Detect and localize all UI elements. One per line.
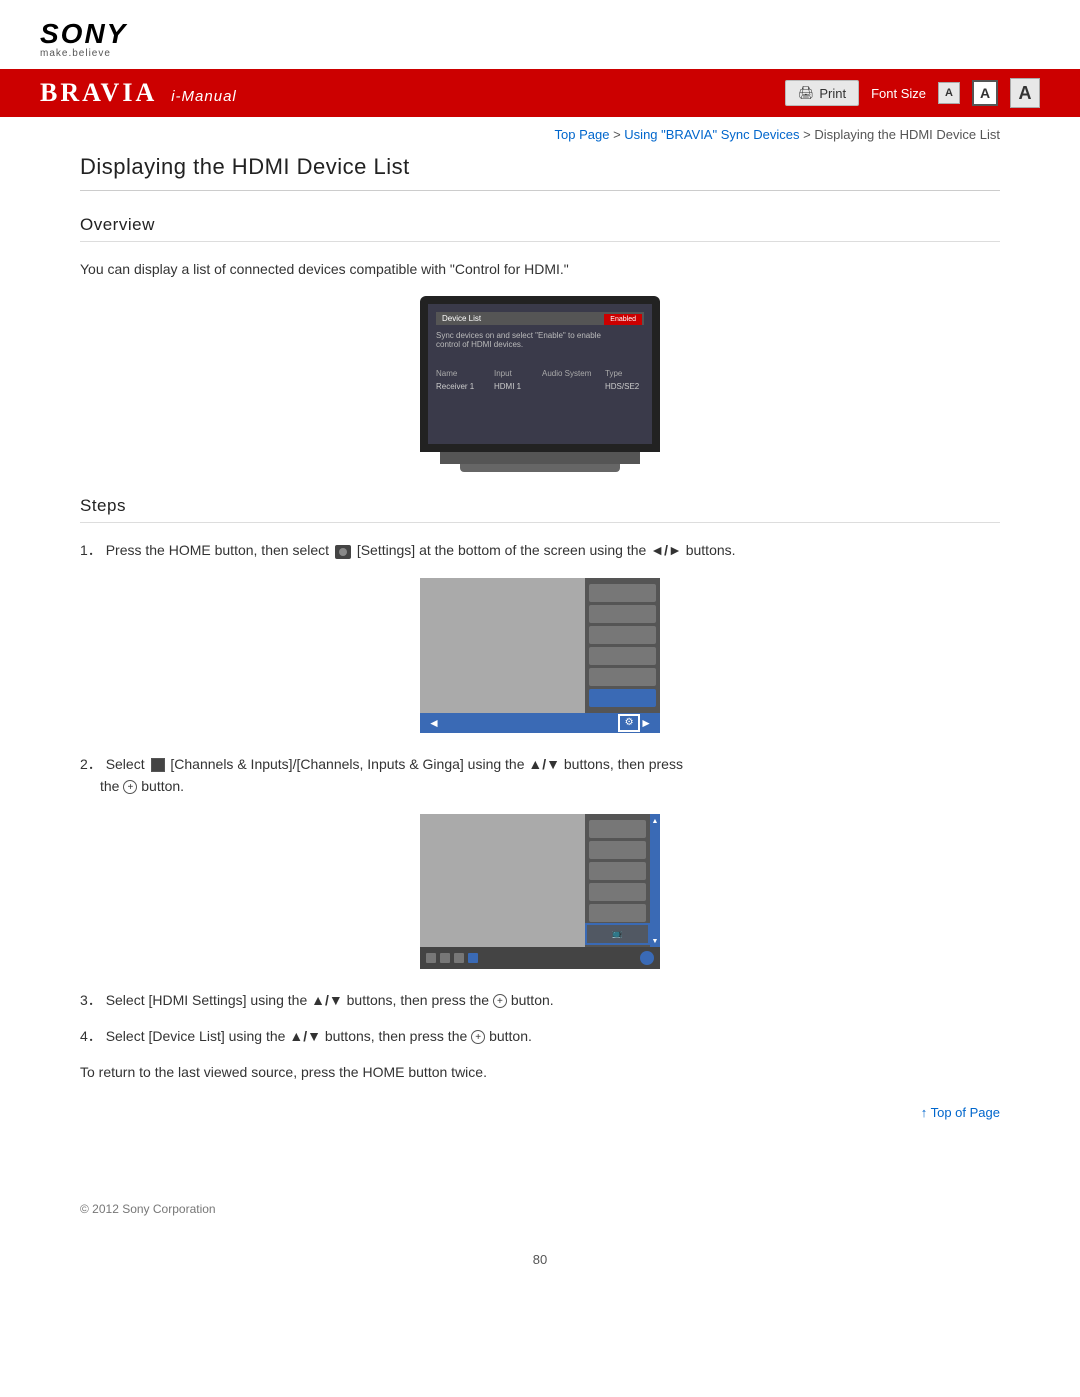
bravia-controls: 🖨 Print Font Size A A A: [785, 78, 1040, 108]
step3-text: 3． Select [HDMI Settings] using the ▲/▼ …: [80, 989, 1000, 1011]
step2-bottom-bar: [420, 947, 660, 969]
step3-end: button.: [511, 992, 554, 1008]
breadcrumb-sync-devices[interactable]: Using "BRAVIA" Sync Devices: [624, 127, 799, 142]
sony-tagline: make.believe: [40, 48, 111, 59]
step2-end: button.: [141, 778, 184, 794]
overview-heading: Overview: [80, 215, 1000, 242]
step4-end: button.: [489, 1028, 532, 1044]
font-large-button[interactable]: A: [1010, 78, 1040, 108]
top-of-page-link[interactable]: ↑ Top of Page: [921, 1105, 1000, 1120]
tv-screenshot: Device List Sync devices on and select "…: [80, 296, 1000, 472]
top-bar: SONY make.believe: [0, 0, 1080, 69]
breadcrumb-current: Displaying the HDMI Device List: [814, 127, 1000, 142]
bravia-subtitle: i-Manual: [171, 88, 237, 105]
step2-settings-image: ▲ ▼ 📺: [420, 814, 660, 969]
selected-item-box: 📺: [585, 923, 650, 945]
step2-number: 2．: [80, 756, 102, 772]
step4-main: Select [Device List] using the: [106, 1028, 286, 1044]
return-note: To return to the last viewed source, pre…: [80, 1061, 1000, 1083]
step1-pre: Press the HOME button, then select: [106, 542, 329, 558]
step2-text: 2． Select [Channels & Inputs]/[Channels,…: [80, 753, 1000, 798]
page-number: 80: [0, 1232, 1080, 1277]
step2-text2: buttons, then press: [564, 756, 683, 772]
step2-pre: Select: [106, 756, 149, 772]
step1-arrow-icon: ◄/►: [650, 542, 682, 558]
step2-the: the: [80, 778, 123, 794]
step3-number: 3．: [80, 992, 102, 1008]
top-of-page-container: ↑ Top of Page: [80, 1104, 1000, 1122]
tv-device-list-image: Device List Sync devices on and select "…: [420, 296, 660, 472]
print-icon: 🖨: [798, 85, 815, 101]
copyright-text: © 2012 Sony Corporation: [80, 1202, 216, 1216]
step1-screenshot: ◄ ⚙ ►: [80, 578, 1000, 733]
breadcrumb: Top Page > Using "BRAVIA" Sync Devices >…: [80, 117, 1000, 154]
font-size-label: Font Size: [871, 86, 926, 101]
step4-circle: +: [471, 1030, 485, 1044]
breadcrumb-sep1: >: [613, 127, 624, 142]
font-medium-button[interactable]: A: [972, 80, 998, 106]
step2-main-text: [Channels & Inputs]/[Channels, Inputs & …: [170, 756, 528, 772]
step2-screenshot: ▲ ▼ 📺: [80, 814, 1000, 969]
arrow-right-icon: ►: [640, 716, 652, 730]
bravia-left: BRAVIA i-Manual: [40, 78, 237, 108]
step3-mid: buttons, then press the: [347, 992, 489, 1008]
footer: © 2012 Sony Corporation: [0, 1186, 1080, 1232]
print-label: Print: [819, 86, 846, 101]
bravia-title: BRAVIA: [40, 78, 157, 108]
step1-icon-text: [Settings] at the bottom of the screen u…: [357, 542, 650, 558]
page-title: Displaying the HDMI Device List: [80, 154, 1000, 191]
sony-logo: SONY make.believe: [40, 18, 127, 59]
step1-end: buttons.: [686, 542, 736, 558]
arrow-left-icon: ◄: [428, 716, 440, 730]
gear-bottom-icon: [640, 951, 654, 965]
step1-number: 1．: [80, 542, 102, 558]
step4-arrows: ▲/▼: [289, 1028, 325, 1044]
vertical-scroll-arrow: ▲ ▼: [650, 814, 660, 949]
step4-mid: buttons, then press the: [325, 1028, 467, 1044]
step4-number: 4．: [80, 1028, 102, 1044]
breadcrumb-sep2: >: [803, 127, 814, 142]
step3-arrows: ▲/▼: [311, 992, 347, 1008]
step2-arrows: ▲/▼: [528, 756, 560, 772]
settings-icon: [335, 545, 351, 559]
print-button[interactable]: 🖨 Print: [785, 80, 859, 106]
steps-heading: Steps: [80, 496, 1000, 523]
bravia-banner: BRAVIA i-Manual 🖨 Print Font Size A A A: [0, 69, 1080, 117]
channels-icon: [151, 758, 165, 772]
step3-circle: +: [493, 994, 507, 1008]
overview-text: You can display a list of connected devi…: [80, 258, 1000, 280]
step2-circle-icon: +: [123, 780, 137, 794]
steps-section: Steps 1． Press the HOME button, then sel…: [80, 496, 1000, 1121]
sony-wordmark: SONY: [40, 18, 127, 50]
settings-gear-icon: ⚙: [618, 714, 640, 732]
font-small-button[interactable]: A: [938, 82, 960, 104]
step1-text: 1． Press the HOME button, then select [S…: [80, 539, 1000, 561]
step1-settings-image: ◄ ⚙ ►: [420, 578, 660, 733]
main-content: Top Page > Using "BRAVIA" Sync Devices >…: [0, 117, 1080, 1186]
step3-main: Select [HDMI Settings] using the: [106, 992, 308, 1008]
step4-text: 4． Select [Device List] using the ▲/▼ bu…: [80, 1025, 1000, 1047]
overview-section: Overview You can display a list of conne…: [80, 215, 1000, 472]
breadcrumb-top-page[interactable]: Top Page: [555, 127, 610, 142]
